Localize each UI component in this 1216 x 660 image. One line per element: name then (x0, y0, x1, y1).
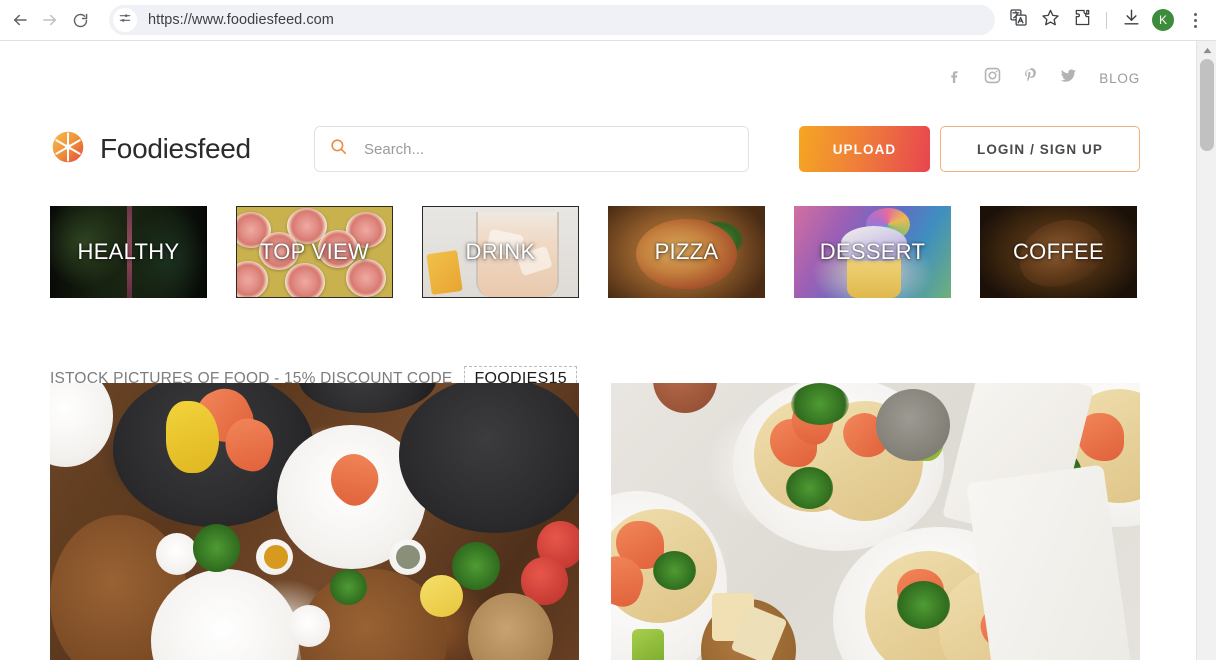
category-tile-drink[interactable]: DRINK (422, 206, 579, 298)
category-tile-pizza[interactable]: PIZZA (608, 206, 765, 298)
category-tile-coffee[interactable]: COFFEE (980, 206, 1137, 298)
address-bar[interactable]: https://www.foodiesfeed.com (109, 5, 995, 35)
instagram-icon (983, 66, 1002, 90)
puzzle-piece-icon (1073, 8, 1092, 32)
avatar: K (1152, 9, 1174, 31)
tune-sliders-icon (118, 11, 132, 30)
address-bar-url: https://www.foodiesfeed.com (148, 12, 334, 28)
scroll-up-arrow-icon (1203, 41, 1212, 59)
bookmark-button[interactable] (1035, 5, 1065, 35)
search-icon (329, 137, 348, 161)
category-tile-label: DESSERT (819, 239, 926, 264)
social-link-facebook[interactable] (935, 63, 973, 93)
toolbar-divider (1106, 11, 1107, 29)
profile-button[interactable]: K (1148, 5, 1178, 35)
scroll-up-button[interactable] (1197, 41, 1216, 59)
forward-arrow-icon (41, 11, 59, 29)
photo-overhead-seafood-feast[interactable] (50, 383, 579, 660)
site-settings-button[interactable] (113, 8, 137, 32)
category-tile-label: COFFEE (1012, 239, 1105, 264)
category-tile-label: PIZZA (654, 239, 719, 264)
category-tile-label: TOP VIEW (259, 239, 370, 264)
download-icon (1122, 8, 1141, 32)
translate-icon (1009, 8, 1028, 32)
aperture-shutter-icon (50, 129, 86, 170)
login-signup-button[interactable]: LOGIN / SIGN UP (940, 126, 1140, 172)
browser-actions: K (1003, 5, 1216, 35)
pinterest-icon (1021, 67, 1039, 90)
page-scrollbar[interactable] (1196, 41, 1216, 660)
search-box[interactable] (314, 126, 749, 172)
social-link-instagram[interactable] (973, 63, 1011, 93)
site-header: Foodiesfeed UPLOAD LOGIN / SIGN UP (50, 117, 1140, 181)
back-button[interactable] (5, 5, 35, 35)
twitter-icon (1059, 66, 1078, 90)
foodiesfeed-page: BLOG Foodiesfeed Search... UPLOAD LOGIN … (0, 41, 1196, 660)
category-tile-healthy[interactable]: HEALTHY (50, 206, 207, 298)
photo-grid (50, 383, 1140, 660)
forward-button[interactable] (35, 5, 65, 35)
translate-button[interactable] (1003, 5, 1033, 35)
browser-toolbar: https://www.foodiesfeed.com K (0, 0, 1216, 41)
star-icon (1041, 8, 1060, 32)
category-tiles: HEALTHY TOP VIEW DRINK PIZZA DESSERT COF… (50, 206, 1140, 298)
category-tile-top-view[interactable]: TOP VIEW (236, 206, 393, 298)
browser-menu-button[interactable] (1180, 5, 1210, 35)
social-link-pinterest[interactable] (1011, 63, 1049, 93)
photo-shrimp-tacos[interactable] (611, 383, 1140, 660)
kebab-menu-icon (1193, 12, 1197, 28)
social-link-twitter[interactable] (1049, 63, 1087, 93)
category-tile-label: DRINK (465, 239, 536, 264)
page-viewport: BLOG Foodiesfeed Search... UPLOAD LOGIN … (0, 41, 1216, 660)
utility-nav: BLOG (935, 63, 1140, 93)
search-input[interactable] (364, 140, 724, 158)
blog-link[interactable]: BLOG (1099, 71, 1140, 86)
upload-button[interactable]: UPLOAD (799, 126, 930, 172)
downloads-button[interactable] (1116, 5, 1146, 35)
scroll-thumb[interactable] (1200, 59, 1214, 151)
brand-name: Foodiesfeed (100, 133, 251, 164)
category-tile-label: HEALTHY (77, 239, 180, 264)
reload-button[interactable] (65, 5, 95, 35)
reload-icon (72, 12, 89, 29)
brand-logo[interactable]: Foodiesfeed (50, 129, 314, 170)
back-arrow-icon (11, 11, 29, 29)
facebook-icon (945, 67, 963, 90)
category-tile-dessert[interactable]: DESSERT (794, 206, 951, 298)
extensions-button[interactable] (1067, 5, 1097, 35)
